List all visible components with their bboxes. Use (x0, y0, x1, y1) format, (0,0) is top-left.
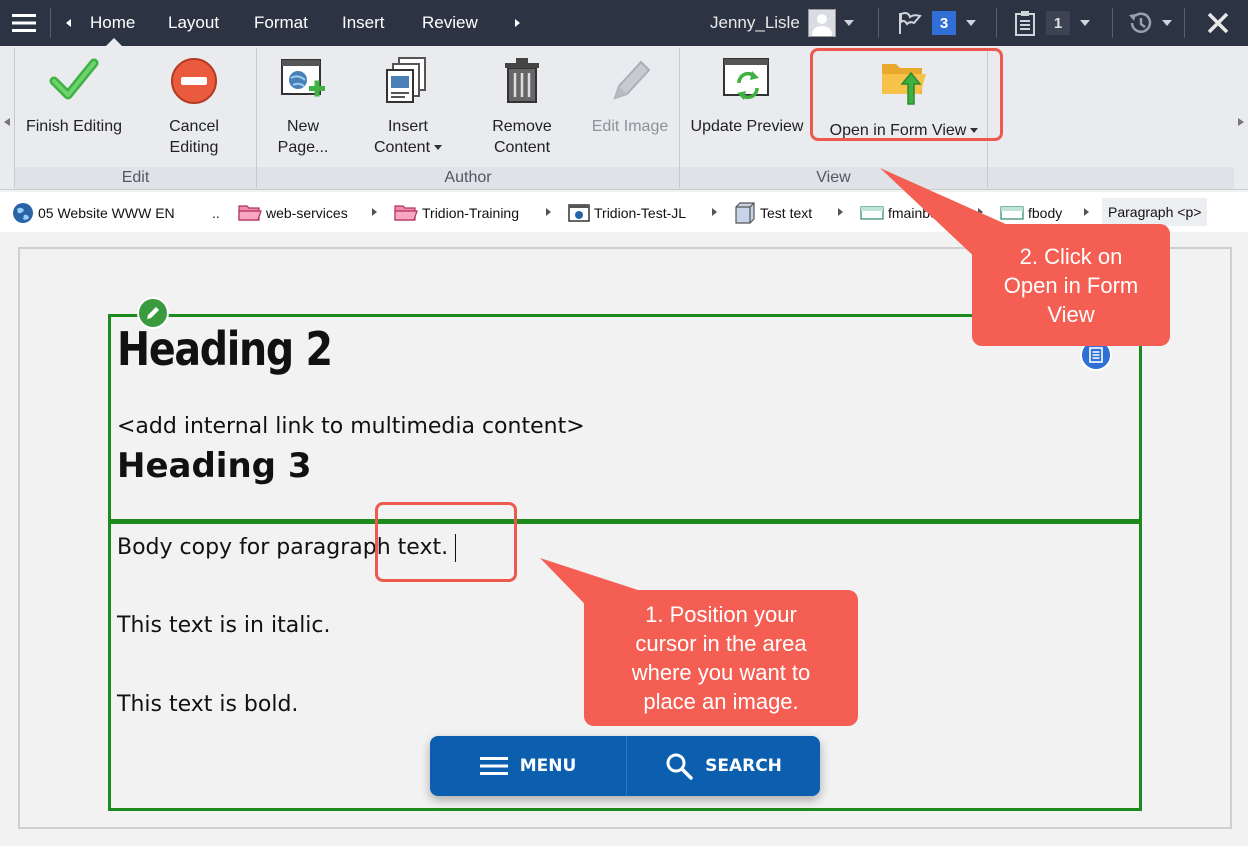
callout-step-2: 2. Click on Open in Form View (972, 224, 1170, 346)
app-window: Home Layout Format Insert Review Jenny_L… (0, 0, 1248, 846)
callout-step-1-line: place an image. (643, 689, 799, 714)
callout-step-2-line: View (1047, 301, 1095, 327)
callout-step-1: 1. Position your cursor in the area wher… (584, 590, 858, 726)
callout-step-1-line: 1. Position your (645, 602, 797, 627)
callout-step-2-line: Open in Form (1003, 272, 1139, 298)
callout-step-1-line: cursor in the area (635, 631, 807, 656)
callout-step-1-line: where you want to (631, 660, 811, 685)
callout-step-2-line: 2. Click on (1019, 243, 1123, 269)
